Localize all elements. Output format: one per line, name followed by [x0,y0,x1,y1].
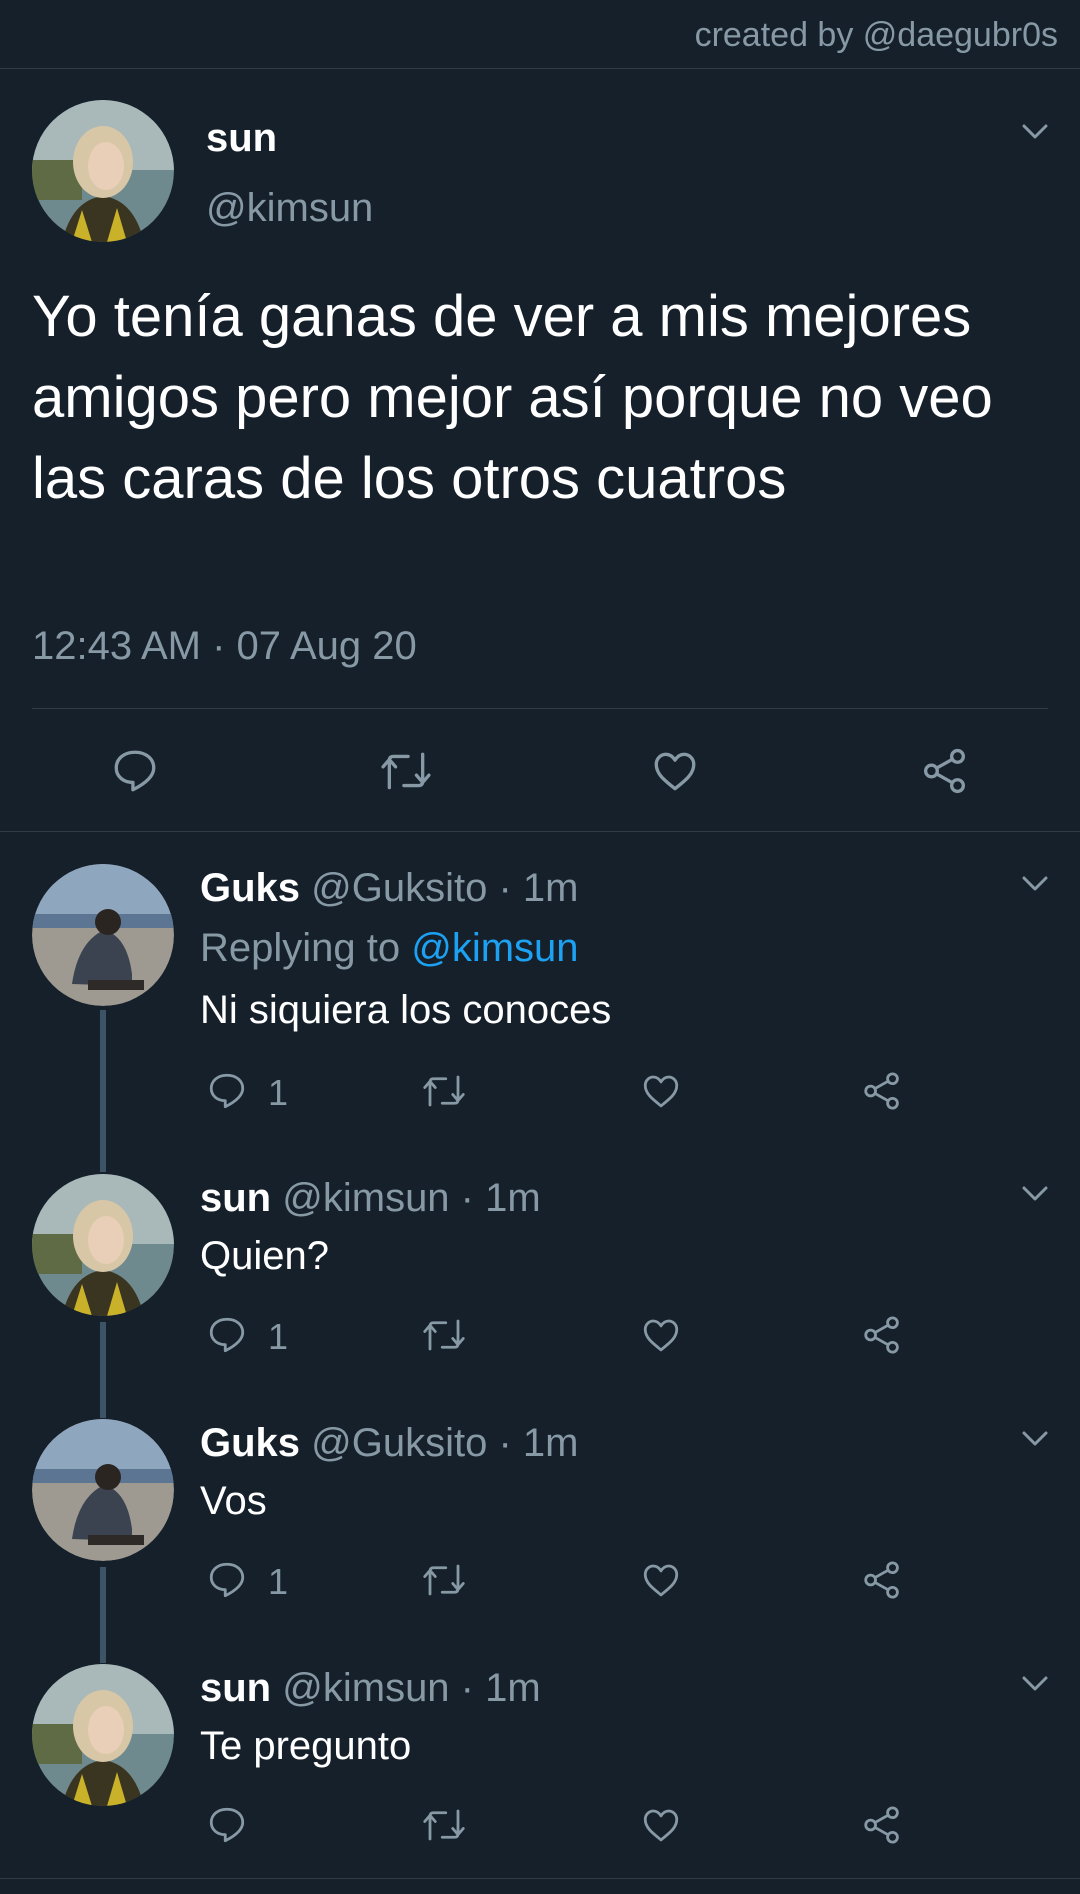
replying-to-link[interactable]: @kimsun [411,926,578,970]
reply-text: Quien? [200,1234,329,1278]
reply-icon[interactable] [206,1314,248,1356]
like-icon[interactable] [640,1559,682,1601]
main-tweet: sun @kimsun Yo tenía ganas de ver a mis … [0,70,1080,832]
chevron-down-icon[interactable] [1020,874,1050,894]
reply-header: Guks @Guksito · 1m [200,866,579,911]
like-icon[interactable] [640,1070,682,1112]
retweet-icon[interactable] [420,1804,468,1846]
avatar-woman-icon [32,1664,174,1806]
avatar[interactable] [32,1419,174,1561]
author-handle-time[interactable]: @kimsun · 1m [282,1666,540,1710]
reply-text: Te pregunto [200,1724,412,1768]
share-icon[interactable] [920,746,970,796]
avatar-woman-icon [32,100,174,242]
replying-prefix: Replying to [200,926,412,970]
chevron-down-icon[interactable] [1020,1429,1050,1449]
reply-icon[interactable] [110,746,160,796]
author-name[interactable]: sun [200,1176,271,1220]
retweet-icon[interactable] [420,1559,468,1601]
share-icon[interactable] [861,1804,903,1846]
tweet-timestamp: 12:43 AM · 07 Aug 20 [32,624,417,668]
reply-icon[interactable] [206,1804,248,1846]
avatar[interactable] [32,1664,174,1806]
author-name[interactable]: Guks [200,866,300,910]
share-icon[interactable] [861,1314,903,1356]
tweet-text: Yo tenía ganas de ver a mis mejores amig… [32,284,993,511]
reply-tweet[interactable]: sun @kimsun · 1m Te pregunto [0,1664,1080,1814]
avatar-man-icon [32,864,174,1006]
divider [32,708,1048,709]
reply-tweet[interactable]: Guks @Guksito · 1m Replying to @kimsun N… [0,864,1080,1032]
reply-header: sun @kimsun · 1m [200,1666,541,1711]
avatar[interactable] [32,100,174,242]
retweet-icon[interactable] [420,1070,468,1112]
like-icon[interactable] [640,1314,682,1356]
thread-line [100,1010,106,1172]
chevron-down-icon[interactable] [1020,1674,1050,1694]
share-icon[interactable] [861,1070,903,1112]
credit-text: created by @daegubr0s [694,16,1058,54]
retweet-icon[interactable] [420,1314,468,1356]
like-icon[interactable] [640,1804,682,1846]
reply-tweet[interactable]: Guks @Guksito · 1m Vos [0,1419,1080,1569]
reply-header: Guks @Guksito · 1m [200,1421,579,1466]
reply-text: Ni siquiera los conoces [200,988,612,1032]
like-icon[interactable] [650,746,700,796]
reply-count: 1 [268,1316,289,1357]
author-handle-time[interactable]: @Guksito · 1m [311,866,578,910]
chevron-down-icon[interactable] [1020,122,1050,142]
reply-header: sun @kimsun · 1m [200,1176,541,1221]
author-handle-time[interactable]: @kimsun · 1m [282,1176,540,1220]
retweet-icon[interactable] [378,746,434,796]
author-handle[interactable]: @kimsun [206,186,373,231]
share-icon[interactable] [861,1559,903,1601]
credit-bar: created by @daegubr0s [0,0,1080,69]
author-name[interactable]: sun [200,1666,271,1710]
avatar[interactable] [32,864,174,1006]
reply-icon[interactable] [206,1559,248,1601]
reply-icon[interactable] [206,1070,248,1112]
author-name[interactable]: sun [206,116,277,161]
avatar-man-icon [32,1419,174,1561]
divider [0,1878,1080,1879]
author-name[interactable]: Guks [200,1421,300,1465]
avatar-woman-icon [32,1174,174,1316]
avatar[interactable] [32,1174,174,1316]
thread-line [100,1322,106,1418]
thread-line [100,1567,106,1663]
reply-tweet[interactable]: sun @kimsun · 1m Quien? [0,1174,1080,1324]
author-handle-time[interactable]: @Guksito · 1m [311,1421,578,1465]
reply-count: 1 [268,1072,289,1113]
chevron-down-icon[interactable] [1020,1184,1050,1204]
reply-count: 1 [268,1561,289,1602]
reply-text: Vos [200,1479,267,1523]
replying-to: Replying to @kimsun [200,926,579,971]
